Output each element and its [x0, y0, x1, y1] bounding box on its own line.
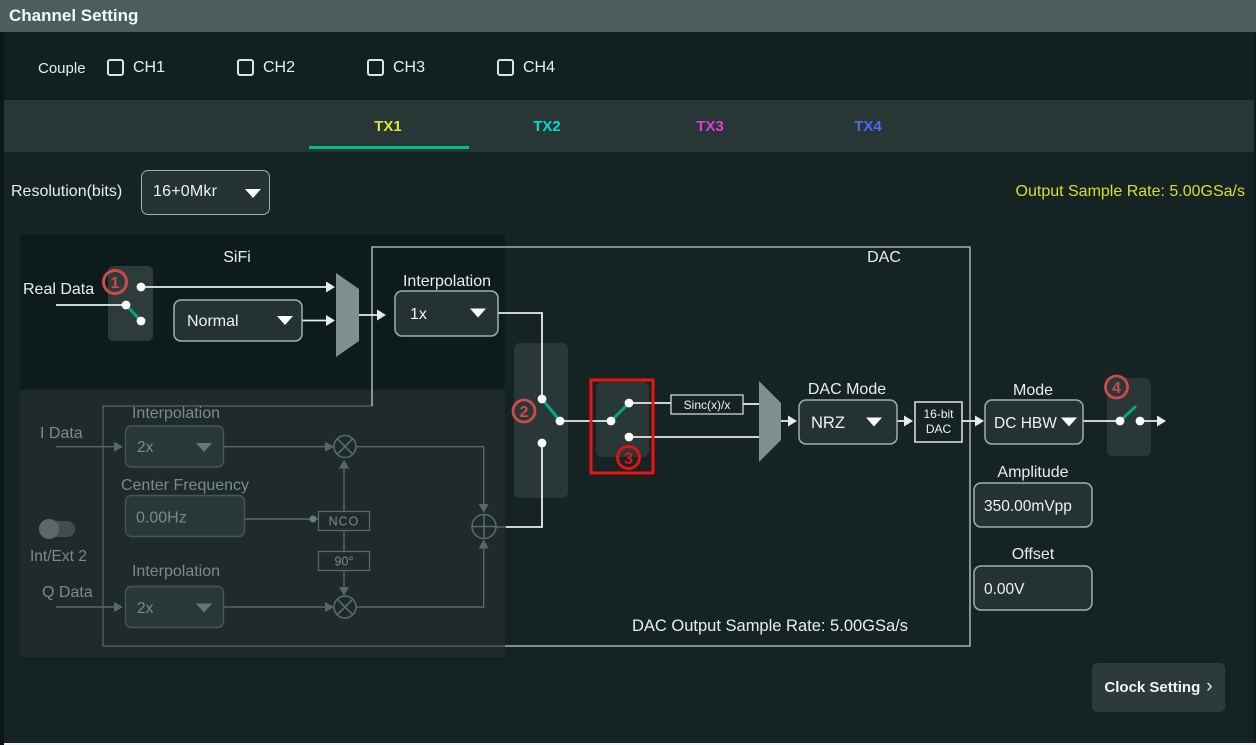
- svg-text:3: 3: [624, 449, 633, 468]
- svg-text:Mode: Mode: [1013, 382, 1053, 399]
- svg-text:NRZ: NRZ: [811, 414, 845, 432]
- svg-text:Amplitude: Amplitude: [997, 464, 1068, 481]
- svg-text:SiFi: SiFi: [223, 249, 251, 266]
- svg-text:Interpolation: Interpolation: [403, 273, 491, 290]
- svg-text:350.00mVpp: 350.00mVpp: [984, 498, 1072, 515]
- svg-text:Normal: Normal: [187, 313, 239, 330]
- svg-text:1: 1: [111, 275, 120, 292]
- svg-text:Sinc(x)/x: Sinc(x)/x: [684, 398, 731, 412]
- svg-text:Int/Ext 2: Int/Ext 2: [30, 548, 87, 565]
- svg-text:DAC: DAC: [926, 422, 952, 436]
- svg-text:16-bit: 16-bit: [923, 407, 954, 421]
- svg-text:NCO: NCO: [329, 515, 360, 529]
- svg-text:0.00V: 0.00V: [984, 581, 1025, 598]
- svg-text:1x: 1x: [410, 306, 427, 323]
- svg-text:DAC: DAC: [867, 249, 901, 266]
- svg-text:2x: 2x: [137, 600, 154, 617]
- svg-text:DAC Mode: DAC Mode: [808, 381, 886, 398]
- svg-text:DC HBW: DC HBW: [994, 415, 1057, 432]
- svg-text:90°: 90°: [335, 555, 354, 569]
- svg-text:Center Frequency: Center Frequency: [121, 477, 249, 494]
- svg-text:I Data: I Data: [40, 425, 83, 442]
- svg-text:2: 2: [520, 404, 529, 421]
- svg-text:Q Data: Q Data: [42, 584, 93, 601]
- svg-text:4: 4: [1112, 380, 1121, 397]
- svg-text:Interpolation: Interpolation: [132, 405, 220, 422]
- svg-text:Real Data: Real Data: [23, 281, 94, 298]
- svg-text:2x: 2x: [137, 439, 154, 456]
- svg-text:Interpolation: Interpolation: [132, 563, 220, 580]
- svg-text:Offset: Offset: [1012, 546, 1055, 563]
- svg-text:DAC Output Sample Rate: 5.00GS: DAC Output Sample Rate: 5.00GSa/s: [632, 617, 908, 635]
- svg-text:0.00Hz: 0.00Hz: [136, 510, 187, 527]
